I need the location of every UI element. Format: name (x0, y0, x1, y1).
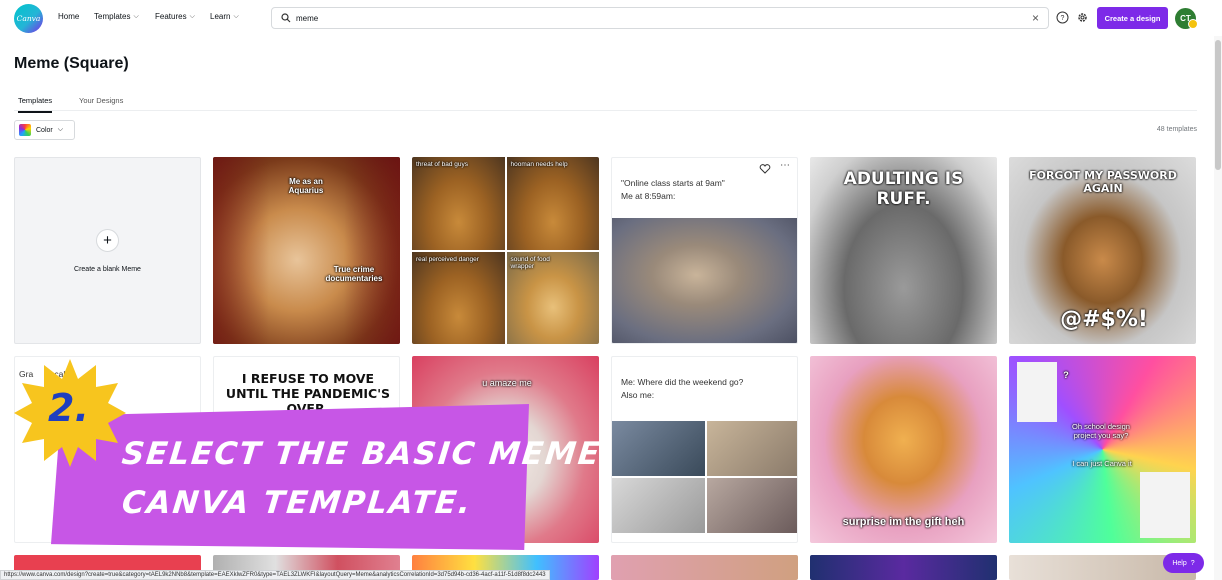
dog-photo (612, 478, 705, 533)
search-bar[interactable]: meme × (271, 7, 1049, 29)
template-card[interactable]: "Online class starts at 9am" Me at 8:59a… (611, 157, 798, 344)
meme-caption: surprise im the gift heh (842, 516, 965, 528)
question-icon: ? (1190, 559, 1195, 567)
meme-caption: real perceived danger (416, 255, 479, 263)
dog-photo: hooman needs help (506, 157, 599, 250)
meme-caption: Me: Where did the weekend go? Also me: (621, 377, 744, 400)
template-card[interactable]: Me as an Aquarius True crime documentari… (213, 157, 400, 344)
color-filter-label: Color (36, 126, 53, 134)
more-options-icon[interactable]: ⋯ (780, 160, 790, 171)
template-card[interactable] (611, 555, 798, 580)
nav-templates[interactable]: Templates ⌵ (94, 12, 139, 21)
meme-caption: True crime documentaries (325, 265, 383, 283)
template-card[interactable]: ADULTING IS RUFF. (810, 157, 997, 344)
search-icon (281, 13, 291, 23)
top-nav: Canva Home Templates ⌵ Features ⌵ Learn ⌵ m… (0, 0, 1222, 36)
clear-search-icon[interactable]: × (1032, 11, 1039, 25)
nav-features[interactable]: Features ⌵ (155, 12, 195, 21)
color-swatch-icon (19, 124, 31, 136)
create-blank-card[interactable]: + Create a blank Meme (14, 157, 201, 344)
search-input[interactable]: meme (296, 14, 318, 23)
dog-photo (707, 478, 797, 533)
template-card[interactable]: FORGOT MY PASSWORD AGAIN @#$%! (1009, 157, 1196, 344)
meme-caption: u amaze me (482, 378, 532, 388)
meme-caption: @#$%! (1060, 307, 1148, 332)
meme-caption: hooman needs help (510, 161, 568, 168)
help-label: Help (1172, 559, 1187, 567)
scrollbar-thumb[interactable] (1215, 40, 1221, 170)
dog-photo: real perceived danger (412, 251, 505, 344)
template-count: 48 templates (1156, 126, 1197, 133)
dog-photo: threat of bad guys (412, 157, 505, 250)
nav-learn[interactable]: Learn ⌵ (210, 12, 239, 21)
step-number: 2. (48, 386, 89, 430)
chevron-down-icon: ⌵ (57, 126, 64, 133)
dog-photo (707, 421, 797, 476)
meme-caption: threat of bad guys (416, 161, 469, 168)
template-card[interactable]: Me: Where did the weekend go? Also me: (611, 356, 798, 543)
create-blank-label: Create a blank Meme (74, 265, 141, 273)
meme-caption: FORGOT MY PASSWORD AGAIN (1029, 169, 1177, 195)
canva-logo[interactable]: Canva (14, 4, 43, 33)
dog-photo: sound of food wrapper (506, 251, 599, 344)
gear-icon[interactable] (1076, 11, 1089, 24)
page-title: Meme (Square) (14, 55, 129, 72)
template-card[interactable]: surprise im the gift heh (810, 356, 997, 543)
meme-caption: ? (1063, 370, 1069, 380)
avatar-badge (1188, 19, 1198, 29)
meme-caption: sound of food wrapper (510, 255, 550, 270)
nav-features-label: Features (155, 12, 187, 21)
tab-your-designs[interactable]: Your Designs (79, 96, 123, 105)
meme-caption: Oh school design project you say? (1072, 422, 1130, 440)
person-photo (1140, 472, 1190, 538)
nav-learn-label: Learn (210, 12, 231, 21)
template-card[interactable]: threat of bad guys hooman needs help rea… (412, 157, 599, 344)
status-url: https://www.canva.com/design?create=true… (0, 570, 550, 580)
help-circle-icon[interactable]: ? (1056, 11, 1069, 24)
color-filter-button[interactable]: Color ⌵ (14, 120, 75, 140)
template-card[interactable] (810, 555, 997, 580)
chevron-down-icon: ⌵ (133, 12, 139, 20)
nav-home[interactable]: Home (58, 12, 79, 21)
logo-text: Canva (16, 14, 41, 23)
dog-photo (612, 421, 705, 476)
heart-icon[interactable] (759, 163, 771, 175)
template-card[interactable]: ? Oh school design project you say? I ca… (1009, 356, 1196, 543)
pug-photo (612, 218, 797, 343)
meme-caption: "Online class starts at 9am" Me at 8:59a… (621, 178, 725, 201)
meme-caption: I can just Canva it (1072, 459, 1132, 468)
plus-icon: + (96, 228, 119, 252)
tutorial-text-line2: CANVA TEMPLATE. (120, 485, 475, 521)
meme-caption: Me as an Aquarius (288, 177, 324, 195)
create-design-button[interactable]: Create a design (1097, 7, 1168, 29)
svg-text:?: ? (1061, 15, 1065, 22)
meme-caption: ADULTING IS RUFF. (843, 169, 964, 209)
tabs-divider (14, 110, 1197, 111)
help-button[interactable]: Help ? (1163, 553, 1204, 573)
nav-home-label: Home (58, 12, 80, 21)
person-photo (1017, 362, 1057, 422)
tutorial-text-line1: SELECT THE BASIC MEME (120, 436, 604, 472)
chevron-down-icon: ⌵ (233, 12, 239, 20)
nav-templates-label: Templates (94, 12, 131, 21)
chevron-down-icon: ⌵ (189, 12, 195, 20)
